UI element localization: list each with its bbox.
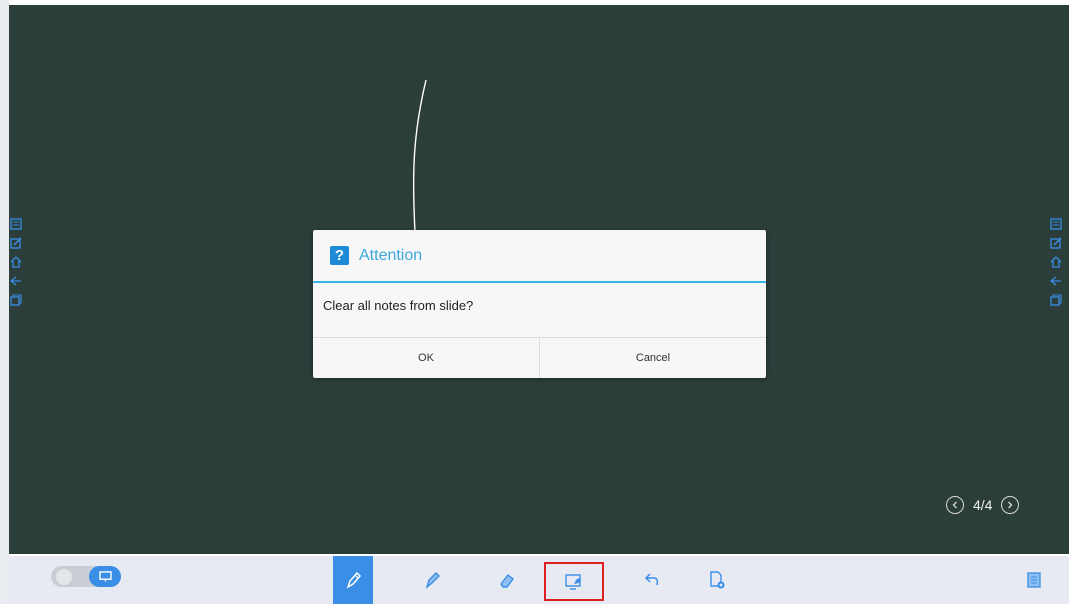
chevron-left-icon bbox=[952, 501, 957, 509]
window-icon[interactable] bbox=[1050, 293, 1062, 306]
bottom-toolbar bbox=[9, 556, 1069, 604]
pen-icon bbox=[346, 571, 362, 589]
home-icon[interactable] bbox=[1050, 255, 1062, 268]
left-side-bar bbox=[10, 217, 24, 306]
edit-icon[interactable] bbox=[10, 236, 22, 249]
undo-icon bbox=[644, 573, 659, 586]
window-icon[interactable] bbox=[10, 293, 22, 306]
screen-annotate-button[interactable] bbox=[544, 562, 604, 601]
screen-annotate-icon bbox=[565, 573, 581, 590]
dialog-buttons: OK Cancel bbox=[313, 337, 766, 378]
cancel-button[interactable]: Cancel bbox=[539, 338, 766, 378]
undo-button[interactable] bbox=[632, 556, 672, 604]
note-icon[interactable] bbox=[10, 217, 22, 230]
right-side-bar bbox=[1050, 217, 1064, 306]
ok-button[interactable]: OK bbox=[313, 338, 539, 378]
page-indicator: 4/4 bbox=[973, 497, 993, 513]
whiteboard-mode-icon bbox=[98, 571, 112, 582]
next-page-button[interactable] bbox=[1001, 496, 1020, 514]
eraser-icon bbox=[500, 574, 514, 588]
pen-tool-button[interactable] bbox=[333, 556, 373, 604]
attention-dialog: ? Attention Clear all notes from slide? … bbox=[313, 230, 766, 378]
prev-page-button[interactable] bbox=[946, 496, 964, 514]
back-icon[interactable] bbox=[1050, 274, 1062, 287]
toggle-on-knob bbox=[89, 566, 121, 587]
pages-button[interactable] bbox=[1014, 556, 1054, 604]
pages-icon bbox=[1027, 572, 1041, 588]
chevron-right-icon bbox=[1008, 501, 1013, 509]
eraser-tool-button[interactable] bbox=[487, 556, 527, 604]
dialog-header: ? Attention bbox=[313, 230, 766, 283]
question-icon: ? bbox=[330, 246, 349, 265]
dialog-title: Attention bbox=[359, 246, 423, 264]
home-icon[interactable] bbox=[10, 255, 22, 268]
page-navigator: 4/4 bbox=[946, 496, 1020, 514]
add-page-icon bbox=[710, 571, 725, 589]
add-page-button[interactable] bbox=[697, 556, 737, 604]
dialog-message: Clear all notes from slide? bbox=[323, 298, 474, 313]
brush-icon bbox=[425, 572, 440, 589]
screen-edge bbox=[0, 0, 9, 604]
back-icon[interactable] bbox=[10, 274, 22, 287]
brush-tool-button[interactable] bbox=[412, 556, 452, 604]
note-icon[interactable] bbox=[1050, 217, 1062, 230]
mode-toggle[interactable] bbox=[51, 566, 121, 587]
edit-icon[interactable] bbox=[1050, 236, 1062, 249]
toggle-off-knob bbox=[56, 569, 72, 585]
